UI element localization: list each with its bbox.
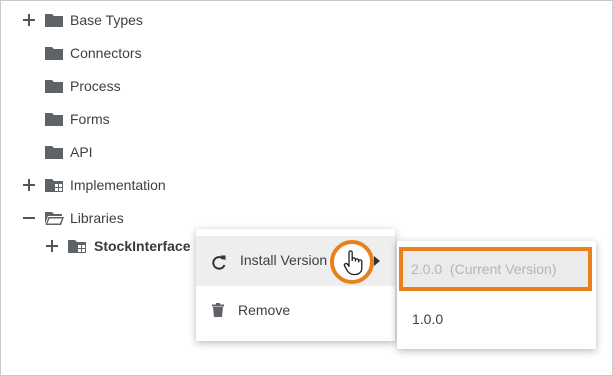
current-version-option[interactable]: 2.0.0 (Current Version): [399, 247, 592, 291]
expand-plus-icon[interactable]: [45, 239, 59, 253]
folder-open-icon: [45, 212, 64, 225]
folder-icon: [45, 80, 63, 93]
tree-item-connectors[interactable]: Connectors: [21, 41, 181, 65]
tree-item-process[interactable]: Process: [21, 74, 181, 98]
tree-item-api[interactable]: API: [21, 140, 181, 164]
folder-icon: [45, 14, 63, 27]
folder-icon: [45, 146, 63, 159]
tree-item-label: Connectors: [70, 45, 142, 61]
remove-label: Remove: [238, 302, 291, 318]
current-version-label: 2.0.0 (Current Version): [411, 261, 557, 277]
refresh-icon: [212, 255, 226, 270]
module-folder-icon: [45, 179, 63, 192]
trash-icon: [212, 303, 224, 317]
remove-menu-item[interactable]: Remove: [196, 286, 395, 336]
folder-icon: [45, 47, 63, 60]
tree-item-base-types[interactable]: Base Types: [21, 8, 181, 32]
tree-item-label: Base Types: [70, 12, 143, 28]
version-label: 1.0.0: [412, 311, 444, 327]
version-option-1-0-0[interactable]: 1.0.0: [397, 295, 596, 345]
folder-icon: [45, 113, 63, 126]
tree-item-label: Implementation: [70, 177, 166, 193]
tree-item-label: Forms: [70, 111, 110, 127]
tree-item-label: StockInterface: [94, 238, 191, 254]
tree-item-label: Libraries: [70, 210, 124, 226]
expand-plus-icon[interactable]: [22, 13, 36, 27]
collapse-minus-icon[interactable]: [22, 211, 36, 225]
tree-item-implementation[interactable]: Implementation: [21, 173, 191, 197]
hand-pointer-icon: [343, 250, 363, 276]
tree-item-stockinterface[interactable]: StockInterface: [44, 234, 194, 258]
tree-item-forms[interactable]: Forms: [21, 107, 181, 131]
tree-item-libraries[interactable]: Libraries: [21, 206, 181, 230]
install-version-label: Install Version: [240, 252, 328, 268]
click-indicator: [330, 240, 374, 284]
tree-item-label: API: [70, 144, 93, 160]
expand-plus-icon[interactable]: [22, 178, 36, 192]
tree-item-label: Process: [70, 78, 121, 94]
submenu-arrow-icon: [374, 256, 380, 266]
module-folder-icon: [68, 240, 86, 253]
